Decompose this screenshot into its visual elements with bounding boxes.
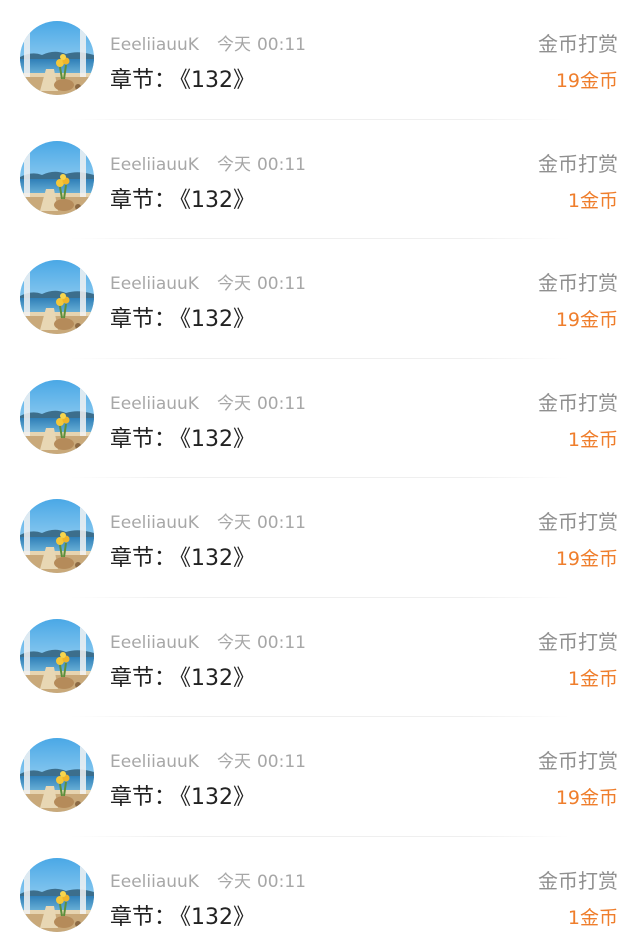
chapter-label: 章节： (110, 904, 177, 930)
reward-meta: EeeliiauuK 今天 00:11 (110, 150, 306, 175)
time-label: 00:11 (256, 35, 306, 55)
username[interactable]: EeeliiauuK (110, 155, 199, 175)
chapter-info: 章节： 《132》 (110, 182, 255, 214)
reward-row[interactable]: EeeliiauuK 今天 00:11 章节： 《132》 金币打赏 19金币 (0, 717, 640, 837)
chapter-label: 章节： (110, 426, 177, 452)
avatar[interactable] (20, 618, 94, 693)
reward-meta: EeeliiauuK 今天 00:11 (110, 628, 306, 653)
username[interactable]: EeeliiauuK (110, 35, 199, 55)
reward-amount: 19金币 (555, 548, 618, 570)
reward-amount: 1金币 (567, 189, 618, 212)
chapter-info: 章节： 《132》 (110, 301, 255, 333)
avatar[interactable] (20, 21, 94, 95)
username[interactable]: EeeliiauuK (110, 394, 199, 414)
reward-meta: EeeliiauuK 今天 00:11 (110, 389, 306, 414)
reward-type-label: 金币打赏 (538, 390, 618, 415)
chapter-info: 章节： 《132》 (110, 899, 255, 931)
chapter-info: 章节： 《132》 (110, 62, 255, 94)
date-label: 今天 (216, 871, 251, 892)
time-label: 00:11 (256, 632, 306, 653)
avatar[interactable] (20, 738, 94, 812)
reward-type-label: 金币打赏 (538, 510, 618, 534)
reward-row[interactable]: EeeliiauuK 今天 00:11 章节： 《132》 金币打赏 1金币 (0, 598, 640, 717)
username[interactable]: EeeliiauuK (110, 872, 199, 892)
chapter-title[interactable]: 《132》 (180, 307, 255, 332)
chapter-title[interactable]: 《132》 (180, 188, 255, 213)
chapter-info: 章节： 《132》 (110, 779, 255, 811)
avatar[interactable] (20, 140, 94, 215)
date-label: 今天 (216, 393, 251, 414)
chapter-label: 章节： (110, 785, 177, 810)
time-label: 00:11 (256, 393, 306, 414)
reward-row[interactable]: EeeliiauuK 今天 00:11 章节： 《132》 金币打赏 1金币 (0, 837, 640, 944)
time-label: 00:11 (256, 274, 306, 294)
reward-type-label: 金币打赏 (538, 868, 618, 893)
reward-type-label: 金币打赏 (538, 271, 618, 295)
reward-row[interactable]: EeeliiauuK 今天 00:11 章节： 《132》 金币打赏 19金币 (0, 239, 640, 359)
reward-type-label: 金币打赏 (538, 32, 618, 56)
chapter-label: 章节： (110, 546, 177, 571)
avatar[interactable] (20, 260, 94, 334)
reward-row[interactable]: EeeliiauuK 今天 00:11 章节： 《132》 金币打赏 19金币 (0, 478, 640, 598)
reward-row[interactable]: EeeliiauuK 今天 00:11 章节： 《132》 金币打赏 19金币 (0, 0, 640, 120)
time-label: 00:11 (256, 871, 306, 892)
username[interactable]: EeeliiauuK (110, 513, 199, 533)
reward-type-label: 金币打赏 (538, 629, 618, 654)
chapter-label: 章节： (110, 68, 177, 93)
date-label: 今天 (216, 154, 251, 175)
reward-meta: EeeliiauuK 今天 00:11 (110, 867, 306, 892)
username[interactable]: EeeliiauuK (110, 274, 199, 294)
date-label: 今天 (216, 35, 251, 55)
date-label: 今天 (216, 632, 251, 653)
reward-amount: 1金币 (567, 906, 618, 929)
date-label: 今天 (216, 752, 251, 772)
reward-amount: 19金币 (555, 787, 618, 809)
chapter-label: 章节： (110, 665, 177, 691)
avatar[interactable] (20, 379, 94, 454)
chapter-info: 章节： 《132》 (110, 660, 255, 692)
chapter-title[interactable]: 《132》 (180, 666, 255, 691)
reward-list: EeeliiauuK 今天 00:11 章节： 《132》 金币打赏 19金币 Eee… (0, 0, 640, 944)
avatar[interactable] (20, 857, 94, 932)
chapter-label: 章节： (110, 307, 177, 332)
reward-meta: EeeliiauuK 今天 00:11 (110, 269, 306, 294)
reward-amount: 1金币 (567, 667, 618, 690)
chapter-title[interactable]: 《132》 (180, 68, 255, 93)
chapter-title[interactable]: 《132》 (180, 427, 255, 452)
reward-amount: 19金币 (555, 309, 618, 331)
reward-type-label: 金币打赏 (538, 151, 618, 176)
avatar[interactable] (20, 499, 94, 573)
chapter-label: 章节： (110, 187, 177, 213)
date-label: 今天 (216, 513, 251, 533)
reward-type-label: 金币打赏 (538, 749, 618, 773)
reward-row[interactable]: EeeliiauuK 今天 00:11 章节： 《132》 金币打赏 1金币 (0, 359, 640, 478)
reward-meta: EeeliiauuK 今天 00:11 (110, 30, 306, 55)
time-label: 00:11 (256, 513, 306, 533)
reward-amount: 19金币 (555, 70, 618, 92)
username[interactable]: EeeliiauuK (110, 752, 199, 772)
chapter-title[interactable]: 《132》 (180, 905, 255, 930)
reward-amount: 1金币 (567, 428, 618, 451)
chapter-info: 章节： 《132》 (110, 421, 255, 453)
reward-row[interactable]: EeeliiauuK 今天 00:11 章节： 《132》 金币打赏 1金币 (0, 120, 640, 239)
username[interactable]: EeeliiauuK (110, 633, 199, 653)
chapter-info: 章节： 《132》 (110, 540, 255, 572)
chapter-title[interactable]: 《132》 (180, 546, 255, 571)
chapter-title[interactable]: 《132》 (180, 785, 255, 810)
date-label: 今天 (216, 274, 251, 294)
time-label: 00:11 (256, 154, 306, 175)
time-label: 00:11 (256, 752, 306, 772)
reward-meta: EeeliiauuK 今天 00:11 (110, 747, 306, 772)
reward-meta: EeeliiauuK 今天 00:11 (110, 508, 306, 533)
